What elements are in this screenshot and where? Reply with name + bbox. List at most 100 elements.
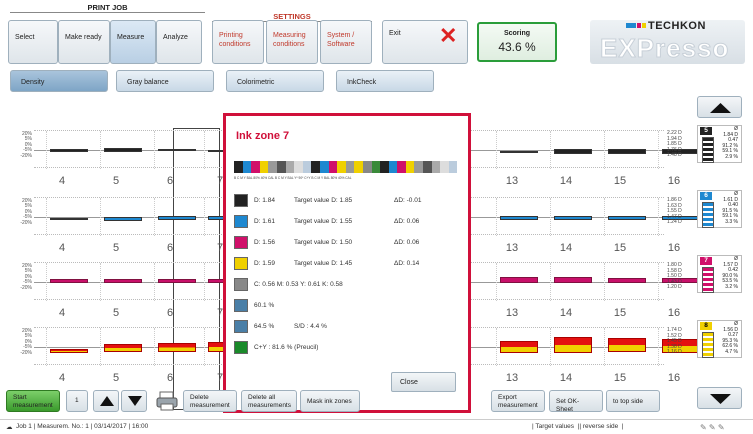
strip-patch (251, 161, 260, 173)
zone-bar[interactable] (50, 149, 88, 152)
start-measurement-button[interactable]: Start measurement (6, 390, 60, 412)
next-button[interactable] (121, 390, 147, 412)
ink-summary-panel[interactable]: 7 Ø 1.57 D 0.42 90.0 % 53.5 % 3.2 % (697, 255, 742, 293)
zone-bar[interactable] (554, 216, 592, 220)
delete-measurement-button[interactable]: Delete measurement (183, 390, 237, 412)
subtab-density[interactable]: Density (10, 70, 108, 92)
zone-bar[interactable] (50, 279, 88, 283)
zone-bar[interactable] (608, 278, 646, 283)
zone-bar[interactable] (50, 349, 88, 353)
strip-patch (371, 161, 381, 173)
printer-icon[interactable] (155, 390, 179, 412)
zone-bar[interactable] (500, 341, 538, 353)
ink-value: 2.9 % (725, 153, 738, 160)
tint-swatch (702, 267, 714, 293)
ink-values: Ø 1.57 D 0.42 90.0 % 53.5 % 3.2 % (722, 256, 738, 291)
arrow-down-icon (710, 394, 731, 404)
ink-swatch (234, 236, 248, 249)
zone-bar[interactable] (500, 277, 538, 283)
ink-measurement-row: D: 1.56 Target value D: 1.50 ΔD: 0.06 (234, 236, 466, 249)
mask-ink-zones-button[interactable]: Mask ink zones (300, 390, 360, 412)
ink-measurement-row: D: 1.59 Target value D: 1.45 ΔD: 0.14 (234, 257, 466, 270)
subtab-gray-balance[interactable]: Gray balance (116, 70, 214, 92)
tint-swatch (702, 202, 714, 228)
tint-swatch (702, 137, 714, 163)
ink-swatch (234, 215, 248, 228)
zone-bar[interactable] (608, 149, 646, 154)
limit-label: 1.24 D (667, 219, 682, 226)
density-limits: 1.80 D 1.58 D 1.50 D 1.43 D 1.20 D (667, 262, 695, 291)
brand-area: TECHKON EXPresso (590, 20, 745, 64)
zone-bar[interactable] (104, 279, 142, 283)
zone-bar[interactable] (608, 216, 646, 220)
zone-bar[interactable] (554, 277, 592, 283)
top-side-button[interactable]: to top side (606, 390, 660, 412)
ink-summary-panel[interactable]: 5 Ø 1.84 D 0.47 91.2 % 59.1 % 2.9 % (697, 125, 742, 163)
subtab-colorimetric[interactable]: Colorimetric (226, 70, 324, 92)
tab-analyze[interactable]: Analyze (156, 20, 202, 64)
zone-bar[interactable] (158, 149, 196, 151)
tab-measure[interactable]: Measure (110, 20, 156, 64)
arrow-up-icon (710, 103, 731, 113)
close-button[interactable]: Close (391, 372, 456, 392)
export-measurement-button[interactable]: Export measurement (491, 390, 545, 412)
zone-bar[interactable] (608, 338, 646, 352)
zone-bar[interactable] (500, 151, 538, 153)
zone-bar[interactable] (500, 216, 538, 220)
strip-patch (423, 161, 432, 173)
axis-label: -20% (20, 349, 32, 356)
previous-button[interactable] (93, 390, 119, 412)
strip-patch (242, 161, 252, 173)
measured-value: D: 1.56 (254, 239, 275, 246)
measured-value: D: 1.61 (254, 218, 275, 225)
tab-make-ready[interactable]: Make ready (58, 20, 110, 64)
scroll-up-button[interactable] (697, 96, 742, 118)
measured-value: D: 1.59 (254, 260, 275, 267)
brand-name: TECHKON (648, 20, 706, 32)
zone-bar[interactable] (158, 279, 196, 283)
zone-bar[interactable] (104, 344, 142, 352)
zone-bar[interactable] (554, 149, 592, 154)
delete-all-measurements-button[interactable]: Delete all measurements (241, 390, 297, 412)
zone-bar[interactable] (104, 148, 142, 152)
measurement-counter[interactable]: 1 (66, 390, 88, 412)
scoring-box: Scoring 43.6 % (477, 22, 557, 62)
measured-value: C+Y : 81.6 % (Preucil) (254, 344, 319, 351)
zone-number: 13 (505, 307, 519, 319)
strip-patch (431, 161, 441, 173)
axis-labels: 20% 5% 0% -5% -20% (8, 130, 32, 159)
ink-summary-panel[interactable]: 6 Ø 1.61 D 0.40 91.5 % 59.1 % 3.3 % (697, 190, 742, 228)
measured-value: 60.1 % (254, 302, 275, 309)
strip-patch (345, 161, 355, 173)
zone-number: 16 (667, 175, 681, 187)
zone-number: 4 (58, 372, 66, 384)
zone-number: 13 (505, 372, 519, 384)
tab-system-software[interactable]: System / Software (320, 20, 372, 64)
subtab-inkcheck[interactable]: InkCheck (336, 70, 434, 92)
tab-printing-conditions[interactable]: Printing conditions (212, 20, 264, 64)
ink-summary-panel[interactable]: 8 Ø 1.56 D 0.27 95.3 % 62.6 % 4.7 % (697, 320, 742, 358)
zone-bar[interactable] (554, 337, 592, 353)
zone-bar[interactable] (158, 216, 196, 220)
tab-select[interactable]: Select (8, 20, 58, 64)
ink-measurement-row: D: 1.61 Target value D: 1.55 ΔD: 0.06 (234, 215, 466, 228)
device-icons: ✎ ✎ ✎ (700, 423, 725, 432)
ink-id-badge: 6 (700, 192, 712, 200)
zone-number: 6 (166, 242, 174, 254)
delta-value: ΔD: 0.14 (394, 260, 420, 267)
set-ok-sheet-button[interactable]: Set OK-Sheet (549, 390, 603, 413)
density-limits: 1.86 D 1.63 D 1.55 D 1.47 D 1.24 D (667, 197, 695, 226)
measured-value: 64.5 % (254, 323, 275, 330)
status-bar: ☁ Job 1 | Measurem. No.: 1 | 03/14/2017 … (0, 419, 753, 433)
arrow-down-icon (128, 396, 142, 406)
exit-button[interactable]: Exit ✕ (382, 20, 468, 64)
strip-patch (319, 161, 329, 173)
zone-number: 6 (166, 307, 174, 319)
ink-measurement-row: D: 1.84 Target value D: 1.85 ΔD: -0.01 (234, 194, 466, 207)
zone-bar[interactable] (104, 217, 142, 221)
zone-bar[interactable] (50, 218, 88, 220)
zone-bar[interactable] (158, 343, 196, 352)
scroll-down-button[interactable] (697, 387, 742, 409)
tab-measuring-conditions[interactable]: Measuring conditions (266, 20, 318, 64)
ink-measurement-row: C: 0.56 M: 0.53 Y: 0.61 K: 0.58 (234, 278, 466, 291)
